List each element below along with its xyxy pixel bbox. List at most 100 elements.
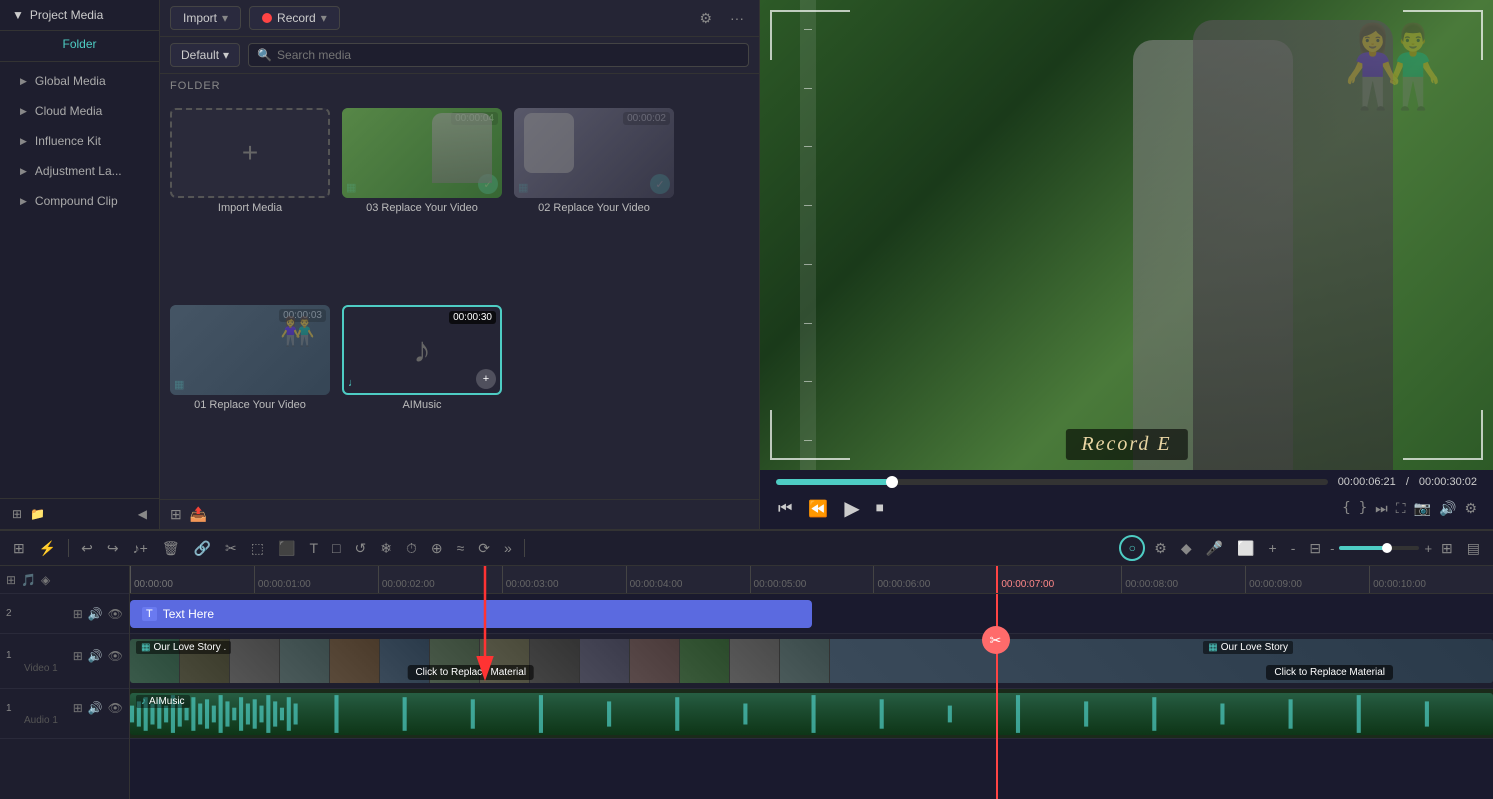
audio-adjust-button[interactable]: ≈ [452,537,470,559]
add-audio-track-icon[interactable]: 🎵 [21,573,36,587]
sidebar-item-influence-kit[interactable]: ▶ Influence Kit [0,126,159,156]
record-button[interactable]: Record ▾ [249,6,340,30]
sidebar-item-cloud-media[interactable]: ▶ Cloud Media [0,96,159,126]
delete-button[interactable]: 🗑 [157,537,185,560]
media-thumb-audio1[interactable]: 00:00:30 ♩ ♪ + [342,305,502,395]
add-to-track-icon[interactable]: ⊞ [73,649,83,663]
bracket-right-icon[interactable]: } [1359,500,1367,517]
marker-button[interactable]: ◆ [1176,537,1197,560]
crop-button[interactable]: □ [327,537,345,559]
media-thumb-video2[interactable]: 00:00:02 ▦ ✓ [514,108,674,198]
volume-icon[interactable]: 🔊 [1439,500,1456,517]
layout-button[interactable]: ⊞ [1436,537,1458,560]
cut-button[interactable]: ✂ [220,537,242,560]
fullscreen-icon[interactable]: ⛶ [1396,500,1406,517]
add-track-button[interactable]: + [1264,537,1282,559]
settings-icon[interactable]: ⚙ [1464,500,1477,517]
speed-button[interactable]: ⏱ [401,537,422,560]
filter-dropdown-icon[interactable]: ▾ [223,48,229,62]
mic-button[interactable]: 🎤 [1201,537,1228,560]
video-clip-main[interactable]: ▦ Our Love Story . Click to Replace Mate… [130,639,1493,683]
undo-button[interactable]: ↩ [76,537,98,560]
audio-icon[interactable]: 🔊 [88,649,103,663]
sidebar-header: ▼ Project Media [0,0,159,31]
eye-icon[interactable]: 👁 [108,607,123,621]
snap-button[interactable]: ⚡ [34,537,61,560]
media-item-video1[interactable]: 00:00:04 ▦ ✓ 03 Replace Your Video [342,108,502,293]
filter-default-button[interactable]: Default ▾ [170,43,240,67]
play-button[interactable]: ▶ [842,494,861,523]
layout-toggle-button[interactable]: ▤ [1462,537,1485,560]
mode-indicator[interactable]: ○ [1119,535,1145,561]
zoom-in-icon[interactable]: + [1424,541,1432,556]
add-to-track-icon[interactable]: ⊞ [73,701,83,715]
gear-button[interactable]: ⚙ [1149,537,1172,560]
progress-thumb[interactable] [886,476,898,488]
timeline-ruler[interactable]: 00:00:00 00:00:01:00 00:00:02:00 00:00:0… [130,566,1493,594]
add-video-track-icon[interactable]: ⊞ [6,573,16,587]
sidebar-item-compound-clip[interactable]: ▶ Compound Clip [0,186,159,216]
import-thumb[interactable]: + [170,108,330,198]
delete-track-button[interactable]: - [1286,537,1301,559]
import-button[interactable]: Import ▾ [170,6,241,30]
sidebar-item-adjustment-layer[interactable]: ▶ Adjustment La... [0,156,159,186]
add-audio-button[interactable]: ♪+ [128,537,153,559]
media-item-video3[interactable]: 00:00:03 ▦ 👫 01 Replace Your Video [170,305,330,490]
trim-alt-button[interactable]: ⬛ [273,537,300,560]
loop-button[interactable]: ⟳ [473,537,495,560]
progress-bar[interactable] [776,479,1328,485]
track-badge-a1: 1 [6,703,26,714]
zoom-slider[interactable] [1339,546,1419,550]
zoom-out-icon[interactable]: - [1330,541,1334,556]
pan-button[interactable]: ⊕ [426,537,448,560]
zoom-thumb[interactable] [1382,543,1392,553]
compound-clip-icon[interactable]: ◈ [41,573,50,587]
stop-button[interactable]: ⏹ [874,498,886,520]
add-folder-icon[interactable]: ⊞ [12,507,22,521]
text-button[interactable]: T [304,537,323,559]
eye-icon[interactable]: 👁 [108,701,123,715]
trim-button[interactable]: ⬚ [246,537,269,560]
media-thumb-video3[interactable]: 00:00:03 ▦ 👫 [170,305,330,395]
audio-icon[interactable]: 🔊 [88,607,103,621]
collapse-sidebar-icon[interactable]: ◀ [138,507,147,521]
more-options-icon[interactable]: ··· [725,8,749,28]
folder-icon[interactable]: 📁 [30,507,45,521]
search-input[interactable] [277,48,740,62]
media-item-video2[interactable]: 00:00:02 ▦ ✓ 02 Replace Your Video [514,108,674,293]
text-clip[interactable]: T Text Here [130,600,812,628]
media-item-audio1[interactable]: 00:00:30 ♩ ♪ + AIMusic [342,305,502,490]
filter-icon[interactable]: ⚙ [694,8,717,29]
audio-icon[interactable]: 🔊 [88,701,103,715]
link-button[interactable]: 🔗 [189,537,216,560]
bracket-left-icon[interactable]: { [1342,500,1350,517]
eye-icon[interactable]: 👁 [108,649,123,663]
reverse-button[interactable]: ↺ [349,537,371,560]
rewind-button[interactable]: ⏮ [776,498,794,520]
redo-button[interactable]: ↪ [102,537,124,560]
sidebar-item-folder[interactable]: Folder [0,31,159,57]
forward-to-icon[interactable]: ⏭ [1375,500,1388,517]
video-clip2-label-text: Our Love Story [1221,642,1288,653]
audio-waveform[interactable]: ♪ AIMusic [130,693,1493,735]
split-button[interactable]: ⊟ [1304,537,1326,560]
scissors-badge[interactable]: ✂ [982,626,1010,654]
freeze-button[interactable]: ❄ [375,537,397,560]
ruler-mark-4: 00:00:04:00 [626,566,750,593]
import-media-item[interactable]: + Import Media [170,108,330,293]
export-icon[interactable]: 📤 [190,506,207,523]
more-tools-button[interactable]: » [499,537,517,559]
import-dropdown-icon[interactable]: ▾ [222,11,228,25]
record-dot-icon [262,13,272,23]
sidebar-item-global-media[interactable]: ▶ Global Media [0,66,159,96]
screenshot-icon[interactable]: 📷 [1414,500,1431,517]
timeline-area: ⊞ ⚡ ↩ ↪ ♪+ 🗑 🔗 ✂ ⬚ ⬛ T □ ↺ ❄ ⏱ ⊕ ≈ ⟳ » ○… [0,529,1493,799]
media-thumb-video1[interactable]: 00:00:04 ▦ ✓ [342,108,502,198]
collapse-icon[interactable]: ▼ [12,8,24,22]
frame-back-button[interactable]: ⏪ [806,497,830,521]
record-dropdown-icon[interactable]: ▾ [321,11,327,25]
multi-select-button[interactable]: ⊞ [8,537,30,560]
export-segment-button[interactable]: ⬜ [1232,537,1259,560]
add-to-timeline-icon[interactable]: ⊞ [170,506,182,523]
add-to-track-icon[interactable]: ⊞ [73,607,83,621]
